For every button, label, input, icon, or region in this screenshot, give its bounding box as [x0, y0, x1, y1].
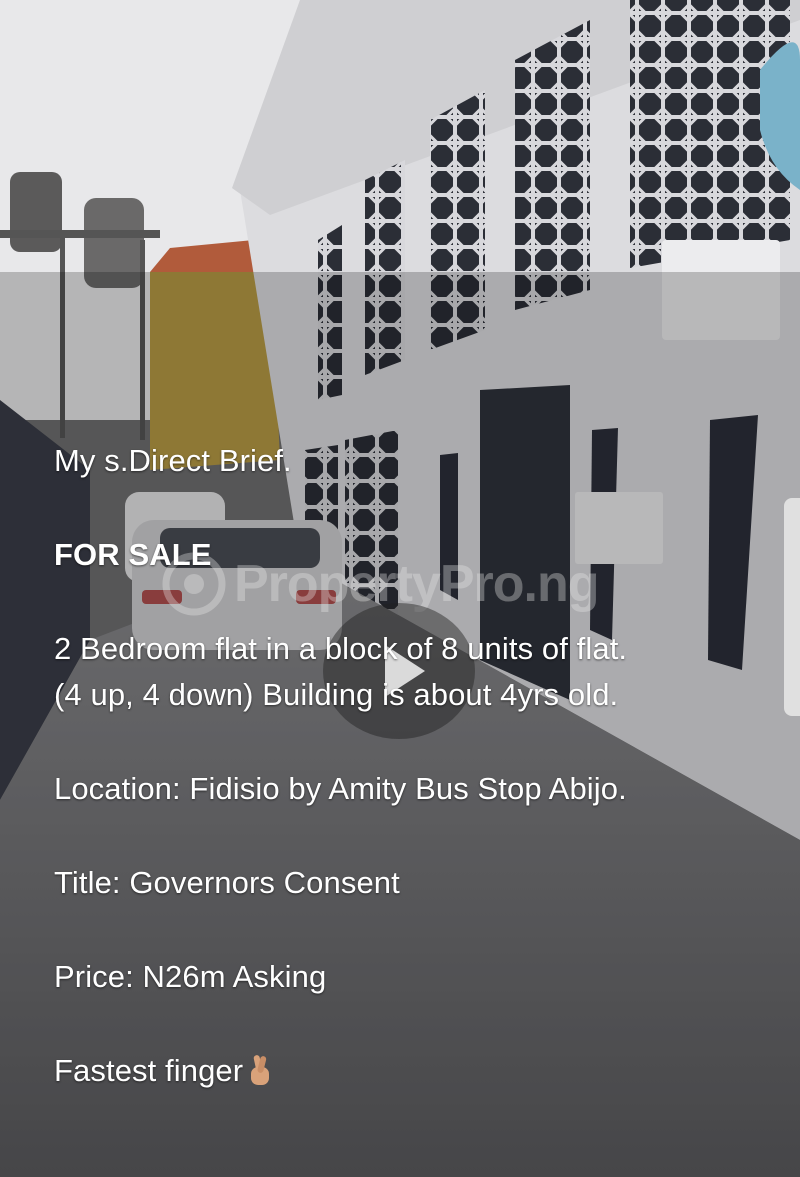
caption-line-for-sale: FOR SALE: [54, 537, 212, 572]
status-caption: My s.Direct Brief. FOR SALE 2 Bedroom fl…: [54, 438, 754, 1094]
caption-line-header: My s.Direct Brief.: [54, 443, 292, 478]
status-viewer: PropertyPro.ng My s.Direct Brief. FOR SA…: [0, 0, 800, 1177]
crossed-fingers-icon: [251, 1055, 270, 1085]
side-panel-handle[interactable]: [784, 498, 800, 716]
caption-line-location: Location: Fidisio by Amity Bus Stop Abij…: [54, 771, 627, 806]
caption-line-units: (4 up, 4 down) Building is about 4yrs ol…: [54, 677, 619, 712]
caption-line-title: Title: Governors Consent: [54, 865, 400, 900]
caption-line-closing: Fastest finger: [54, 1048, 754, 1094]
caption-line-price: Price: N26m Asking: [54, 959, 327, 994]
caption-line-description: 2 Bedroom flat in a block of 8 units of …: [54, 631, 628, 666]
caption-closing-text: Fastest finger: [54, 1053, 244, 1088]
